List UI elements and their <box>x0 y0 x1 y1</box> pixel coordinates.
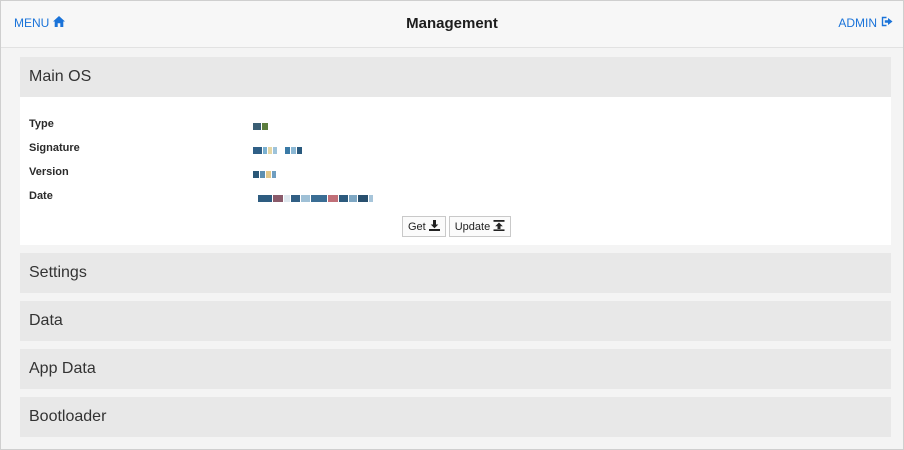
field-label-signature: Signature <box>29 142 80 154</box>
field-label-version: Version <box>29 166 69 178</box>
field-value-version-redacted <box>253 171 276 178</box>
admin-label: ADMIN <box>838 16 877 30</box>
field-value-type-redacted <box>253 123 268 130</box>
field-label-type: Type <box>29 118 54 130</box>
section-title: Main OS <box>29 68 92 85</box>
upload-icon <box>493 219 505 234</box>
download-icon <box>428 219 440 234</box>
section-header-main-os[interactable]: Main OS <box>20 57 891 97</box>
section-header-settings[interactable]: Settings <box>20 253 891 293</box>
main-os-actions: Get Update <box>402 216 512 237</box>
section-body-main-os: Type Signature Version Date Get Update <box>20 97 891 245</box>
field-value-signature-redacted <box>253 147 302 154</box>
section-header-bootloader[interactable]: Bootloader <box>20 397 891 437</box>
logout-icon <box>881 16 893 30</box>
update-button[interactable]: Update <box>448 216 512 237</box>
field-label-date: Date <box>29 190 53 202</box>
section-title: Data <box>29 312 63 329</box>
section-title: App Data <box>29 360 96 377</box>
section-header-data[interactable]: Data <box>20 301 891 341</box>
app-frame: MENU Management ADMIN Main OS Type Signa… <box>0 0 904 450</box>
page-title: Management <box>406 15 498 32</box>
section-title: Bootloader <box>29 408 107 425</box>
section-header-app-data[interactable]: App Data <box>20 349 891 389</box>
field-value-date-redacted <box>258 195 373 202</box>
top-bar: MENU Management ADMIN <box>1 1 903 48</box>
management-sections: Main OS Type Signature Version Date Get … <box>20 57 891 445</box>
section-title: Settings <box>29 264 87 281</box>
get-button-label: Get <box>408 220 426 233</box>
get-button[interactable]: Get <box>402 216 446 237</box>
update-button-label: Update <box>454 220 491 233</box>
admin-logout-link[interactable]: ADMIN <box>838 16 893 30</box>
